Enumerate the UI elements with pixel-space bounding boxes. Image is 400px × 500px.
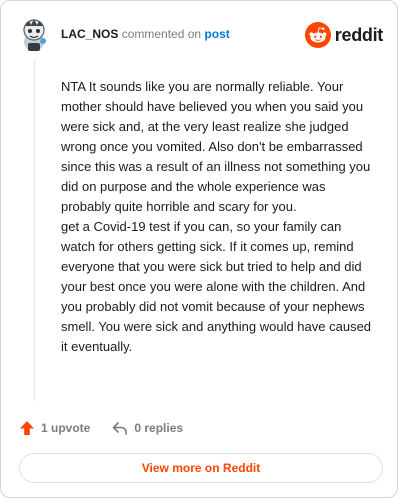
comment-paragraph: get a Covid-19 test if you can, so your … bbox=[61, 219, 372, 354]
post-link[interactable]: post bbox=[204, 27, 229, 41]
comment-header: LAC_NOS commented on post reddit bbox=[19, 15, 383, 55]
comment-card: LAC_NOS commented on post reddit NTA It … bbox=[0, 0, 398, 498]
comment-actions: 1 upvote 0 replies bbox=[19, 417, 205, 439]
upvote-arrow-icon bbox=[20, 421, 34, 435]
thread-line bbox=[34, 61, 35, 401]
upvote-button[interactable]: 1 upvote bbox=[19, 420, 90, 436]
upvote-count: 1 upvote bbox=[41, 421, 91, 435]
reddit-brand[interactable]: reddit bbox=[304, 21, 384, 49]
comment-paragraph: NTA It sounds like you are normally reli… bbox=[61, 79, 371, 214]
reddit-wordmark: reddit bbox=[334, 24, 384, 45]
reddit-logo-icon bbox=[304, 22, 331, 48]
view-more-button[interactable]: View more on Reddit bbox=[19, 453, 383, 483]
comment-body: NTA It sounds like you are normally reli… bbox=[61, 77, 373, 357]
snoo-avatar-icon[interactable] bbox=[19, 17, 49, 53]
replies-button[interactable]: 0 replies bbox=[112, 420, 183, 436]
comment-byline: LAC_NOS commented on post bbox=[61, 27, 230, 41]
reply-count: 0 replies bbox=[134, 421, 184, 435]
action-text: commented on bbox=[121, 27, 202, 41]
username[interactable]: LAC_NOS bbox=[61, 27, 118, 41]
reply-arrow-icon bbox=[113, 422, 128, 435]
